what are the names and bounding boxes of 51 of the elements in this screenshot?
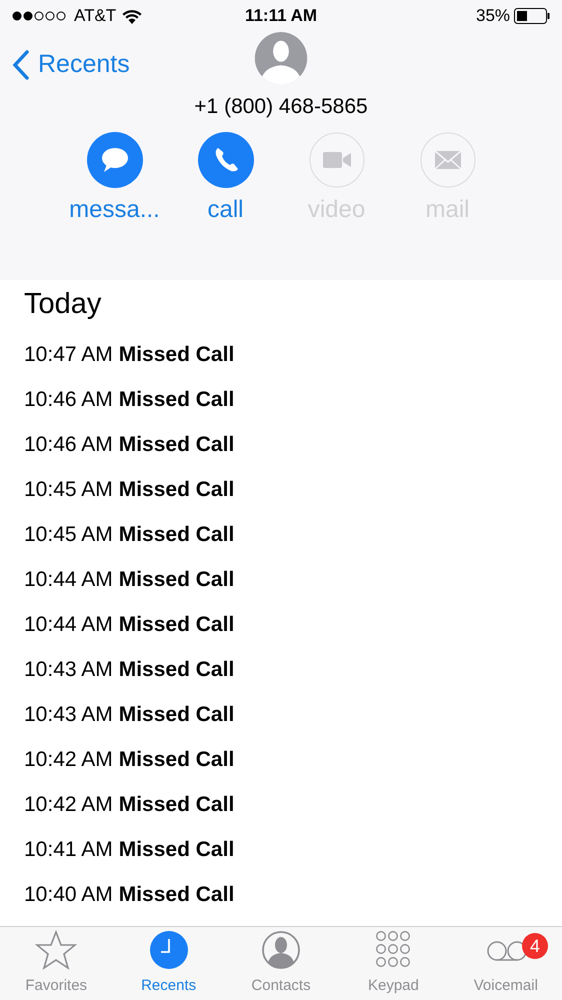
call-type: Missed Call — [118, 477, 234, 504]
call-time: 10:45 AM — [24, 477, 113, 504]
call-type: Missed Call — [118, 522, 234, 548]
call-type: Missed Call — [118, 342, 234, 368]
call-time: 10:44 AM — [24, 567, 113, 594]
call-type: Missed Call — [118, 837, 234, 864]
call-time: 10:44 AM — [24, 612, 113, 638]
call-time: 10:40 AM — [24, 882, 113, 908]
call-type: Missed Call — [118, 657, 234, 684]
contacts-icon — [260, 928, 302, 970]
favorites-icon — [35, 928, 78, 970]
call-time: 10:46 AM — [24, 432, 113, 458]
tab[interactable]: Recents — [112, 927, 225, 1000]
badge-count: 4 — [522, 933, 548, 959]
call-time: 10:43 AM — [24, 657, 113, 684]
message-action-button[interactable]: messa... — [59, 132, 170, 222]
call-type: Missed Call — [118, 792, 234, 818]
call-action-button[interactable]: call — [170, 132, 281, 222]
tab[interactable]: Contacts — [224, 927, 338, 1000]
tab[interactable]: Voicemail 4 — [450, 927, 562, 1000]
call-icon — [198, 132, 254, 188]
call-time: 10:42 AM — [24, 792, 113, 818]
back-button[interactable]: Recents — [12, 46, 130, 84]
call-type: Missed Call — [118, 612, 234, 638]
call-type: Missed Call — [118, 432, 234, 458]
battery-icon — [514, 8, 550, 24]
call-type: Missed Call — [118, 702, 234, 728]
call-type: Missed Call — [118, 567, 234, 594]
recents-icon — [148, 928, 190, 970]
chevron-icon — [12, 50, 30, 80]
section-title: Today — [24, 287, 102, 322]
call-time: 10:41 AM — [24, 837, 113, 864]
call-time: 10:45 AM — [24, 522, 113, 548]
call-type: Missed Call — [118, 747, 234, 774]
call-time: 10:42 AM — [24, 747, 113, 774]
mail-icon — [420, 132, 476, 188]
carrier-name: AT&T — [74, 5, 116, 28]
status-time: 11:11 AM — [244, 5, 318, 28]
battery-percent: 35% — [476, 5, 510, 28]
tab[interactable]: Favorites — [0, 927, 112, 1000]
call-time: 10:43 AM — [24, 702, 113, 728]
call-type: Missed Call — [118, 882, 234, 908]
call-type: Missed Call — [118, 387, 234, 414]
phone-number: +1 (800) 468-5865 — [194, 94, 368, 120]
message-icon — [86, 132, 142, 188]
tab[interactable]: Keypad — [337, 927, 450, 1000]
signal-icon — [12, 10, 68, 22]
video-icon — [308, 132, 364, 188]
call-time: 10:46 AM — [24, 387, 113, 414]
wifi-icon — [122, 8, 142, 24]
call-time: 10:47 AM — [24, 342, 113, 368]
